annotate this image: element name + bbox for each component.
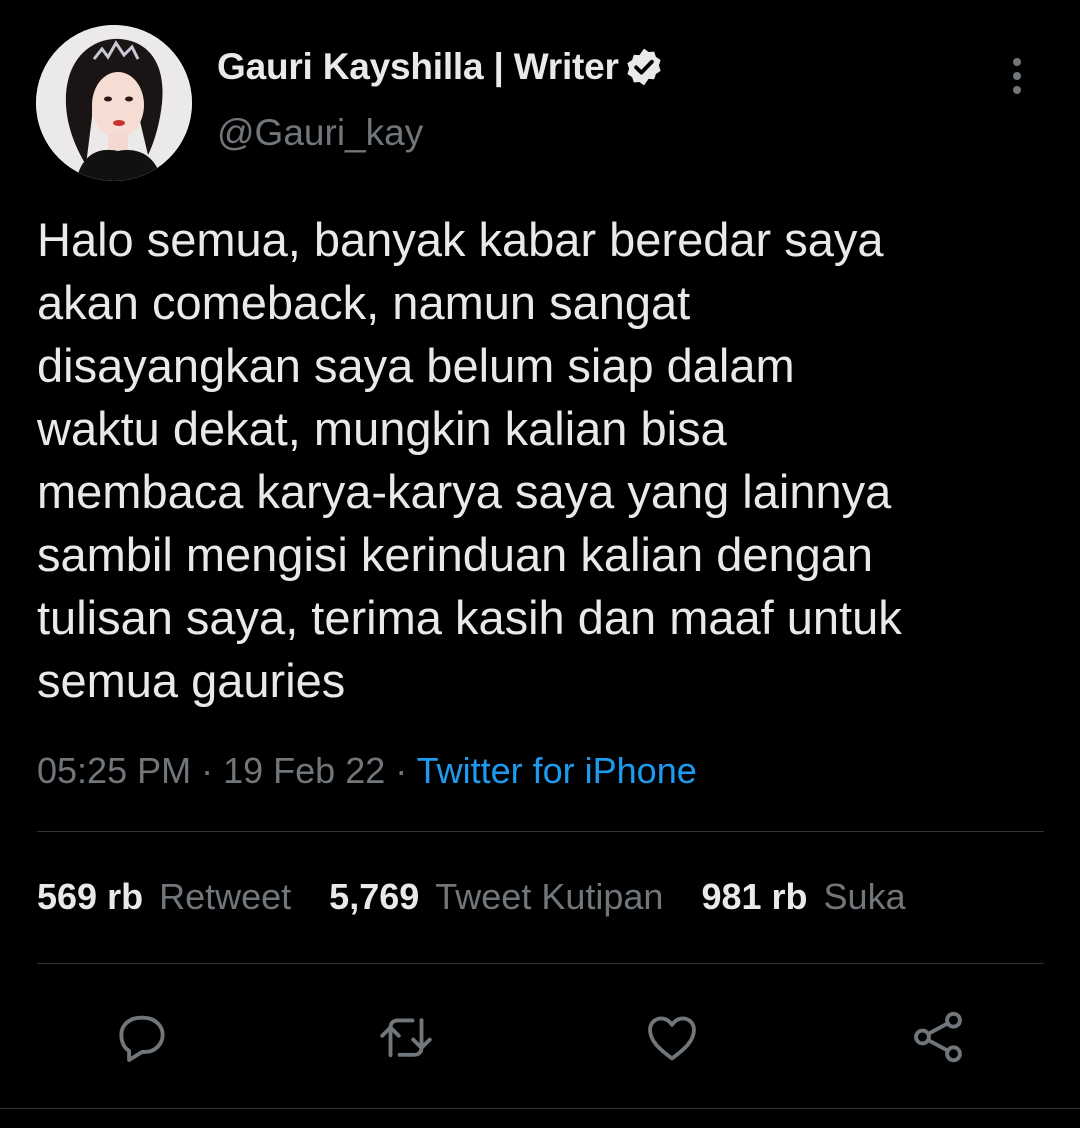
profile-photo-icon [36,25,192,181]
divider [37,831,1044,832]
stat-value: 5,769 [329,876,420,917]
more-options-icon[interactable] [1000,56,1034,96]
divider [37,963,1044,964]
tweet-stats: 569 rb Retweet 5,769 Tweet Kutipan 981 r… [37,876,944,918]
stat-label: Tweet Kutipan [435,876,664,917]
tweet-text: Halo semua, banyak kabar beredar saya ak… [37,213,902,707]
quote-tweet-count[interactable]: 5,769 Tweet Kutipan [329,876,663,918]
retweet-icon [380,1018,432,1058]
stat-label: Retweet [159,876,292,917]
verified-badge-icon [623,46,665,88]
like-count[interactable]: 981 rb Suka [701,876,905,918]
stat-label: Suka [823,876,906,917]
stat-value: 981 rb [701,876,808,917]
meta-separator: · [395,750,408,791]
like-button[interactable] [641,1006,703,1068]
reply-button[interactable] [111,1006,173,1068]
display-name[interactable]: Gauri Kayshilla | Writer [217,46,619,88]
tweet-detail: Gauri Kayshilla | Writer @Gauri_kay Halo… [0,0,1080,1128]
author-handle[interactable]: @Gauri_kay [217,112,423,154]
meta-separator: · [201,750,214,791]
like-icon [648,1016,696,1061]
retweet-count[interactable]: 569 rb Retweet [37,876,291,918]
tweet-date[interactable]: 19 Feb 22 [223,750,385,791]
bottom-divider [0,1108,1080,1109]
retweet-button[interactable] [375,1006,437,1068]
avatar[interactable] [36,25,192,181]
tweet-meta: 05:25 PM · 19 Feb 22 · Twitter for iPhon… [37,750,697,792]
tweet-time[interactable]: 05:25 PM [37,750,191,791]
share-button[interactable] [907,1006,969,1068]
stat-value: 569 rb [37,876,144,917]
tweet-source-link[interactable]: Twitter for iPhone [417,750,697,791]
reply-icon [119,1015,165,1062]
author-name-row[interactable]: Gauri Kayshilla | Writer [217,44,665,90]
share-icon [914,1011,962,1063]
